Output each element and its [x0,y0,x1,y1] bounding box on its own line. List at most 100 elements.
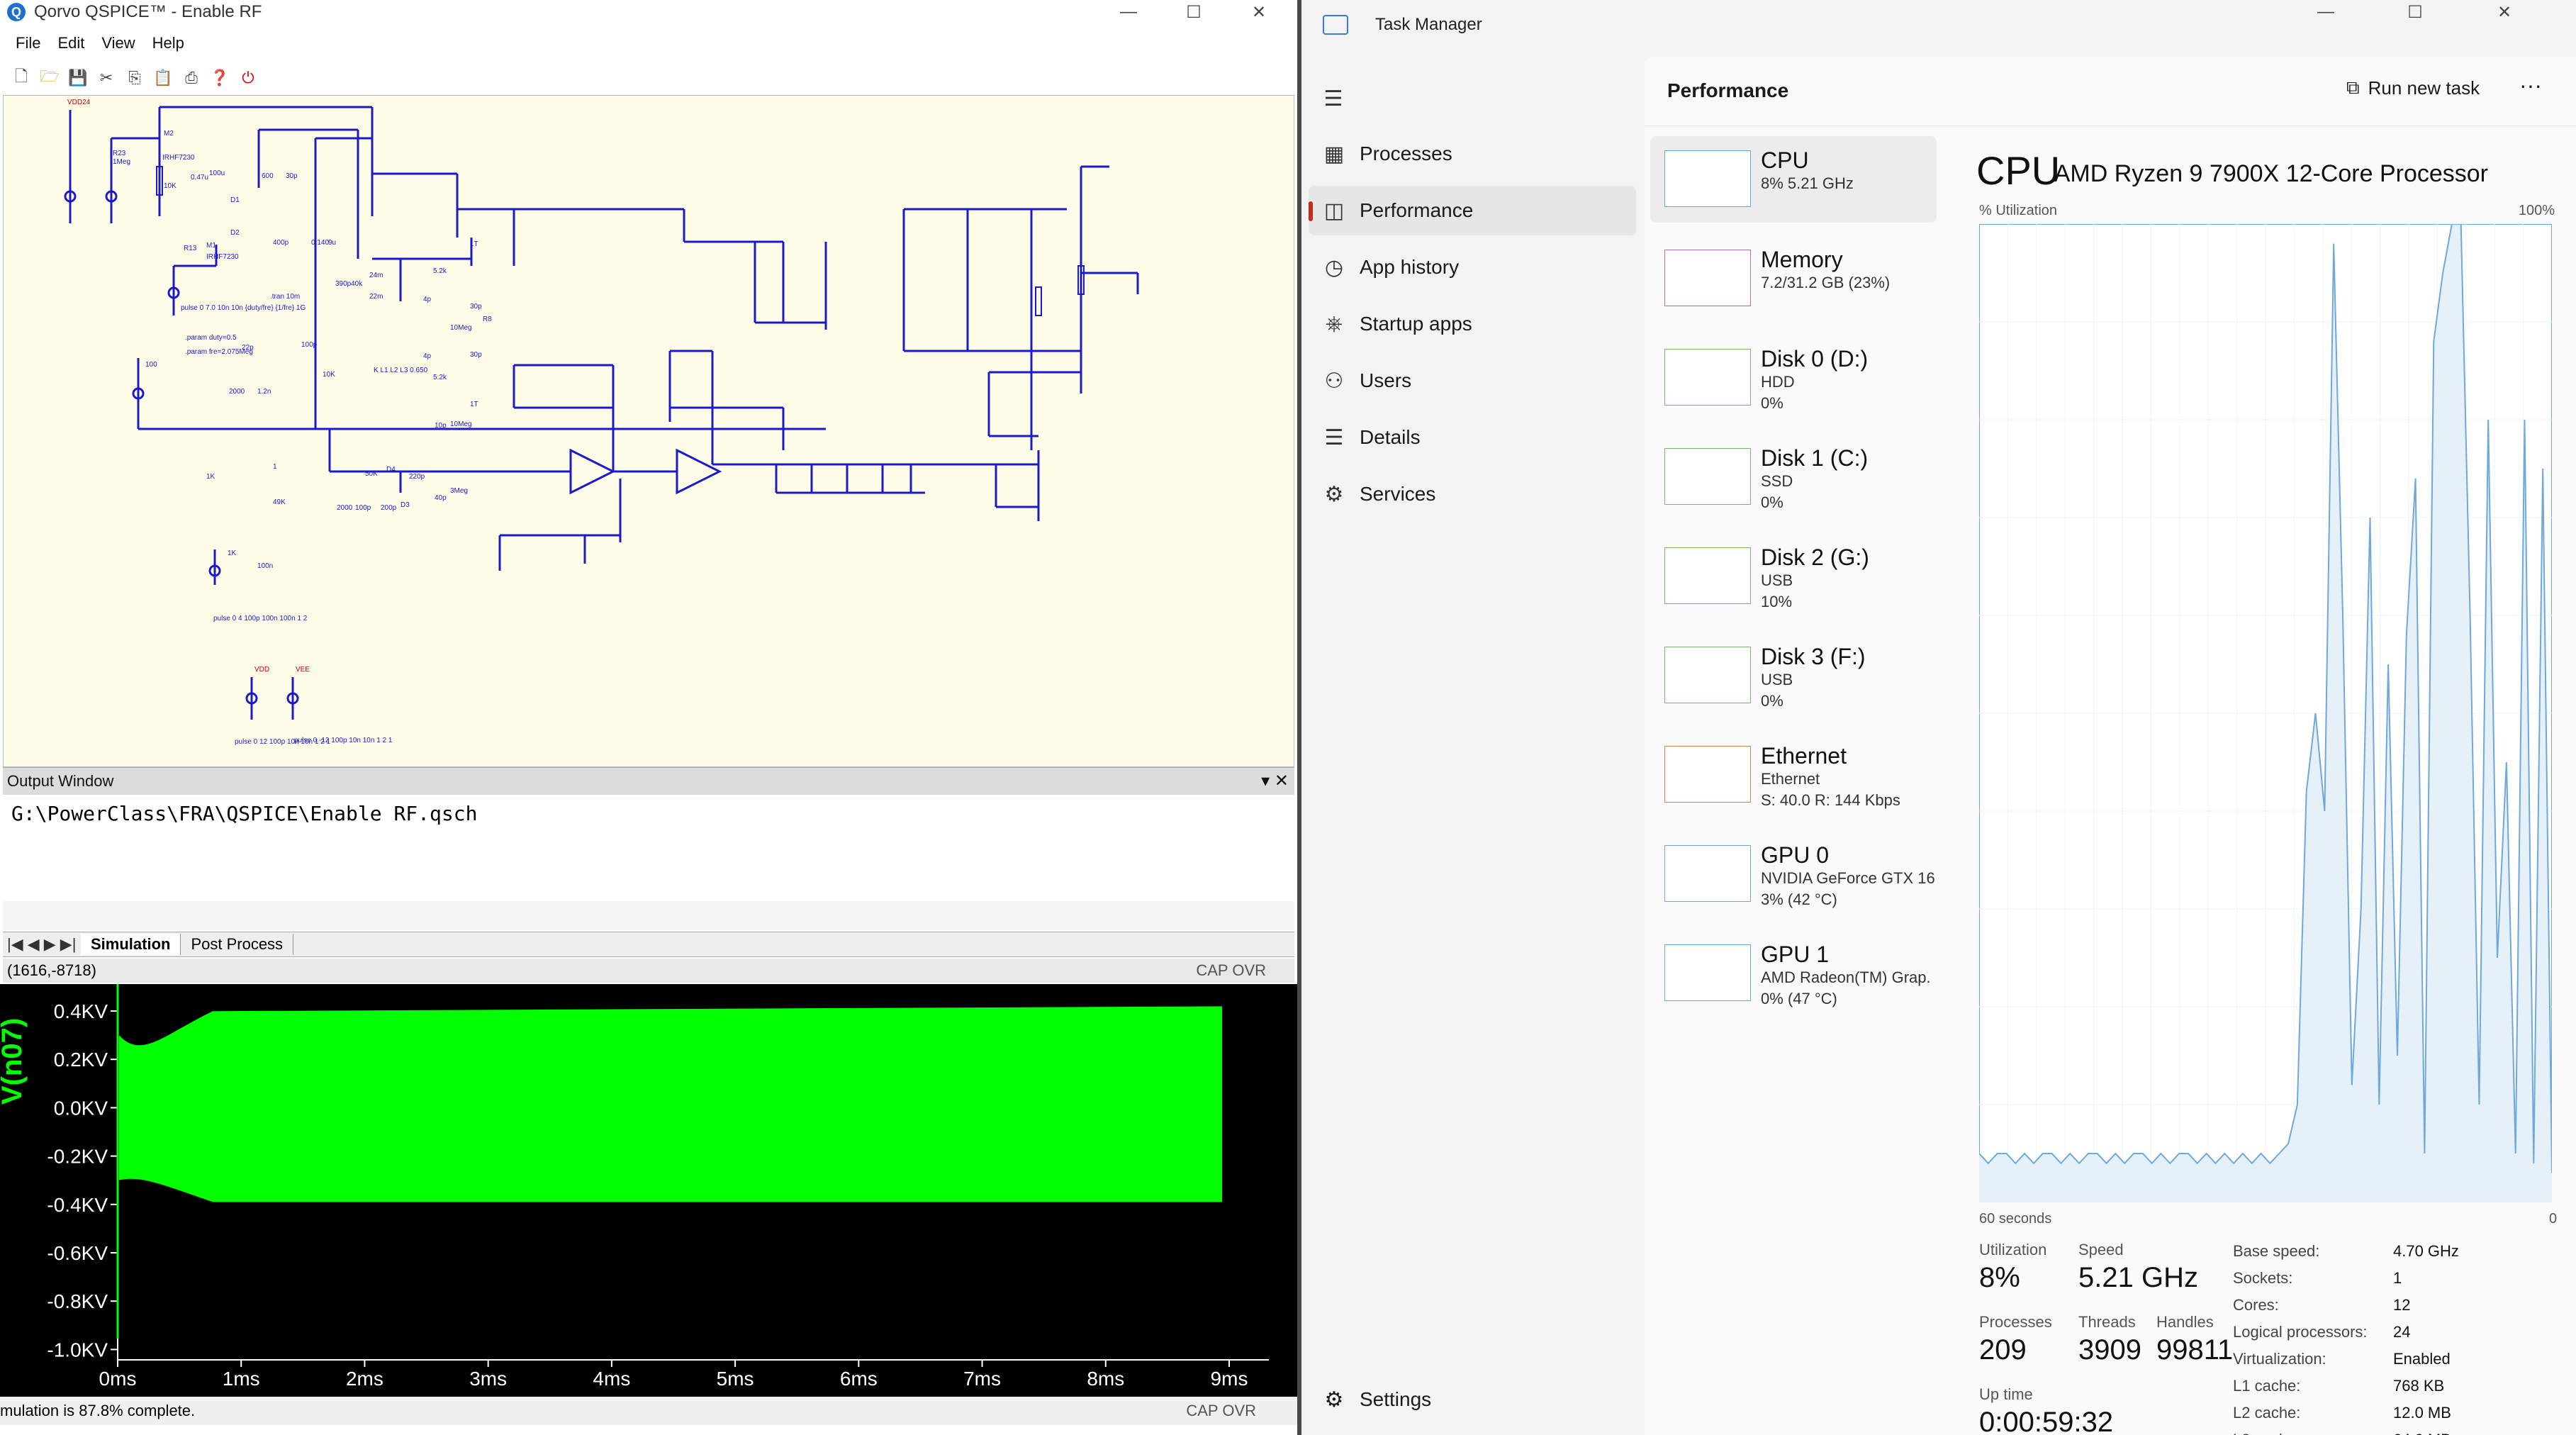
menu-file[interactable]: File [16,34,40,58]
menu-edit[interactable]: Edit [57,34,84,58]
toolbar: 🗋 🗁 💾 ✂ ⎘ 📋 ⎙ ❓ ⏻ [10,65,259,91]
spec-row: L3 cache:64.0 MB [2233,1431,2459,1435]
schematic-canvas[interactable]: VDD24 M2 IRHF7230 IRHF7230 M1 R23 1Meg 1… [3,95,1294,767]
output-window-close-icon[interactable]: ▾ ✕ [1261,771,1289,791]
cut-icon[interactable]: ✂ [95,67,118,89]
spec-key: L2 cache: [2233,1404,2301,1422]
directive-param-duty: .param duty=0.5 [185,334,237,342]
tm-maximize-button[interactable]: ☐ [2370,0,2460,24]
copy-icon[interactable]: ⎘ [123,67,146,89]
coordinate-bar: (1616,-8718) CAP OVR [3,959,1294,983]
close-button[interactable]: ✕ [1226,0,1292,24]
resource-detail: USB [1761,671,1793,688]
hamburger-menu-button[interactable]: ☰ [1309,74,1358,123]
label-d2: D2 [230,229,240,237]
resource-item[interactable]: GPU 1 AMD Radeon(TM) Grap. 0% (47 °C) [1650,930,1937,1017]
label-m2-model: IRHF7230 [162,154,195,162]
resource-item[interactable]: Disk 3 (F:) USB 0% [1650,632,1937,719]
schematic-drawing: VDD24 M2 IRHF7230 IRHF7230 M1 R23 1Meg 1… [64,99,1139,746]
value-r7: 10Meg [450,324,472,332]
nav-performance[interactable]: ◫ Performance [1309,186,1636,235]
value-l3: 24m [369,272,383,279]
nav-label: Details [1360,426,1421,448]
value-c4: 390p [335,280,352,288]
y-tick-label: -1.0KV [47,1339,108,1361]
tab-nav-arrows[interactable]: |◀ ◀ ▶ ▶| [3,935,81,954]
waveform-viewer[interactable]: 0.4KV 0.2KV 0.0KV -0.2KV -0.4KV -0.6KV -0.8KV -… [0,984,1297,1397]
open-icon[interactable]: 🗁 [38,67,61,89]
menu-view[interactable]: View [101,34,135,58]
nav-details[interactable]: ☰ Details [1309,413,1636,462]
value-c12: 200p [381,504,397,512]
resource-item[interactable]: Disk 2 (G:) USB 10% [1650,533,1937,620]
resource-item[interactable]: Ethernet Ethernet S: 40.0 R: 144 Kbps [1650,732,1937,818]
settings-label: Settings [1360,1388,1432,1410]
resource-item[interactable]: Disk 1 (C:) SSD 0% [1650,434,1937,520]
directive-pulse1: pulse 0 7.0 10n 10n {duty/fre} {1/fre} 1… [181,304,306,312]
signal-name-label[interactable]: V(n07) [0,1018,28,1105]
spec-value: 24 [2393,1323,2411,1341]
nav-startup-apps[interactable]: ⎈ Startup apps [1309,299,1636,349]
print-icon[interactable]: ⎙ [180,67,203,89]
resource-sparkline [1664,647,1751,703]
more-options-button[interactable]: ··· [2519,72,2542,99]
stat-value: 0:00:59:32 [1979,1407,2114,1435]
users-icon: ⚇ [1324,369,1344,393]
spec-row: L2 cache: 12.0 MB [2233,1404,2459,1431]
save-icon[interactable]: 💾 [67,67,89,89]
cursor-coordinates: (1616,-8718) [7,961,96,979]
resource-detail: 8% 5.21 GHz [1761,174,1854,192]
value-c9: 30p [470,303,482,311]
tm-performance-pane: Performance ⧉ Run new task ··· CPU 8% 5.21… [1645,57,2576,1435]
value-l4: 9u [328,239,336,247]
value-c11: 220p [409,473,425,481]
resource-name: Disk 0 (D:) [1761,346,1869,372]
page-title: Performance [1667,79,1789,101]
paste-icon[interactable]: 📋 [152,67,174,89]
directive-coupling: K L1 L2 L3 0.650 [374,367,428,374]
menu-help[interactable]: Help [152,34,184,58]
new-icon[interactable]: 🗋 [10,67,33,89]
value-r24: 1K [206,473,215,481]
spec-row: Cores: 12 [2233,1296,2459,1323]
y-tick-label: -0.8KV [47,1290,108,1312]
nav-services[interactable]: ⚙ Services [1309,469,1636,519]
x-tick-label: 8ms [1087,1368,1124,1390]
output-tabs: |◀ ◀ ▶ ▶| Simulation Post Process [3,932,1294,957]
stat-handles: Handles 99811 [2156,1313,2233,1366]
spec-row: Base speed: 4.70 GHz [2233,1242,2459,1269]
resource-item[interactable]: Disk 0 (D:) HDD 0% [1650,335,1937,421]
tab-simulation[interactable]: Simulation [81,934,181,955]
run-new-task-button[interactable]: ⧉ Run new task [2346,77,2480,99]
resource-item[interactable]: Memory 7.2/31.2 GB (23%) [1650,235,1937,322]
value-r11: 0.140 [311,239,329,247]
resource-name: GPU 1 [1761,942,1830,967]
nav-processes[interactable]: ▦ Processes [1309,129,1636,179]
stat-value: 3909 [2078,1334,2141,1366]
minimize-button[interactable]: — [1096,0,1161,24]
tm-close-button[interactable]: ✕ [2460,0,2549,24]
resource-item[interactable]: CPU 8% 5.21 GHz [1650,136,1937,223]
value-r16: 1 [273,463,277,471]
tm-minimize-button[interactable]: — [2281,0,2370,24]
qspice-logo-icon: Q [7,3,26,21]
stop-icon[interactable]: ⏻ [237,67,259,89]
stat-value: 8% [1979,1262,2020,1293]
resource-detail: Ethernet [1761,770,1820,788]
value-r26: 100 [145,361,157,369]
y-tick-label: 0.0KV [54,1097,108,1119]
resource-name: Disk 2 (G:) [1761,545,1869,570]
maximize-button[interactable]: ☐ [1161,0,1226,24]
value-c28: 22p [242,344,254,352]
resource-item[interactable]: GPU 0 NVIDIA GeForce GTX 16 3% (42 °C) [1650,831,1937,917]
nav-settings[interactable]: ⚙ Settings [1309,1380,1620,1419]
help-icon[interactable]: ❓ [208,67,231,89]
resource-usage: 0% [1761,493,1783,511]
run-task-icon: ⧉ [2346,77,2360,98]
x-tick-label: 3ms [469,1368,507,1390]
resource-sparkline [1664,349,1751,406]
nav-app-history[interactable]: ◷ App history [1309,242,1636,292]
cpu-utilization-graph [1979,224,2552,1202]
nav-users[interactable]: ⚇ Users [1309,356,1636,406]
tab-post-process[interactable]: Post Process [181,934,294,955]
